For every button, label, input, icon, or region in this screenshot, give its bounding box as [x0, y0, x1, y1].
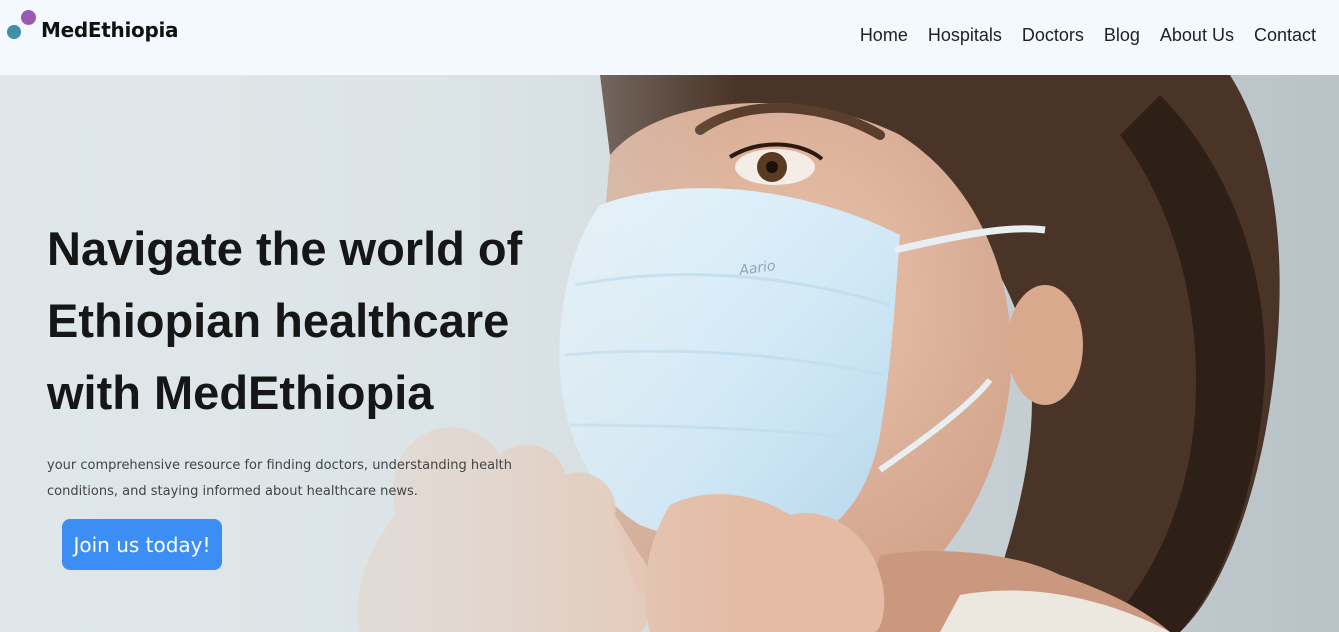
logo[interactable]: MedEthiopia — [6, 9, 186, 49]
logo-dot-purple — [21, 10, 36, 25]
hero-title-line-1: Navigate the world of — [47, 222, 523, 275]
hero-title: Navigate the world of Ethiopian healthca… — [47, 213, 607, 429]
nav-hospitals[interactable]: Hospitals — [928, 25, 1002, 46]
hero-title-line-2: Ethiopian healthcare — [47, 294, 510, 347]
hero-title-line-3: with MedEthiopia — [47, 366, 434, 419]
hero-section: Aario Navigate the world of Ethiopian he… — [0, 75, 1339, 632]
nav-contact[interactable]: Contact — [1254, 25, 1316, 46]
nav-home[interactable]: Home — [860, 25, 908, 46]
hero-subtitle: your comprehensive resource for finding … — [47, 453, 527, 505]
join-us-button[interactable]: Join us today! — [62, 519, 222, 570]
logo-text: MedEthiopia — [41, 18, 179, 42]
nav-about-us[interactable]: About Us — [1160, 25, 1234, 46]
hero-subtitle-line-2: conditions, and staying informed about h… — [47, 484, 418, 499]
nav-blog[interactable]: Blog — [1104, 25, 1140, 46]
nav-doctors[interactable]: Doctors — [1022, 25, 1084, 46]
main-nav: Home Hospitals Doctors Blog About Us Con… — [860, 25, 1316, 46]
site-header: MedEthiopia Home Hospitals Doctors Blog … — [0, 0, 1339, 75]
hero-subtitle-line-1: your comprehensive resource for finding … — [47, 458, 512, 473]
logo-dot-teal — [7, 25, 21, 39]
